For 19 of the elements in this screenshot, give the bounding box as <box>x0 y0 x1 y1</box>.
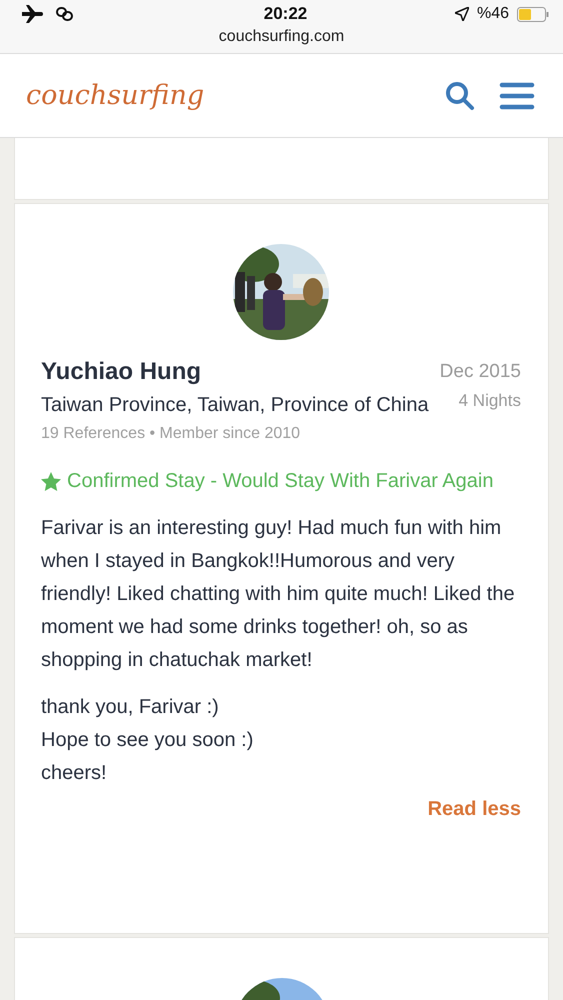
reference-text: Farivar is an interesting guy! Had much fun with him when I stayed in Bangkok!!Humorous and very friendly! Liked chatting with him quite much! Liked the moment we had some drinks together! oh, so as shopping in chatuchak market! <box>41 516 516 673</box>
link-icon <box>56 7 74 21</box>
experience-label: Confirmed Stay - Would Stay With Farivar Again <box>67 469 494 494</box>
menu-icon[interactable] <box>499 82 535 110</box>
url-text[interactable]: couchsurfing.com <box>218 28 344 46</box>
reviewer-name[interactable]: Yuchiao Hung <box>41 358 202 386</box>
location-arrow-icon <box>454 7 469 21</box>
stay-nights: 4 Nights <box>458 391 521 411</box>
logo[interactable]: couchsurfing <box>26 80 204 111</box>
reference-text: thank you, Farivar :) Hope to see you soon :) cheers! <box>41 695 254 786</box>
reviewer-meta: 19 References • Member since 2010 <box>41 425 300 443</box>
battery-icon <box>517 6 550 22</box>
status-time: 20:22 <box>264 4 308 24</box>
star-icon <box>41 472 61 491</box>
reviewer-location: Taiwan Province, Taiwan, Province of China <box>41 394 429 417</box>
search-icon[interactable] <box>445 80 475 110</box>
stay-date: Dec 2015 <box>440 361 521 383</box>
battery-percent: %46 <box>476 5 510 23</box>
airplane-icon <box>22 5 44 23</box>
